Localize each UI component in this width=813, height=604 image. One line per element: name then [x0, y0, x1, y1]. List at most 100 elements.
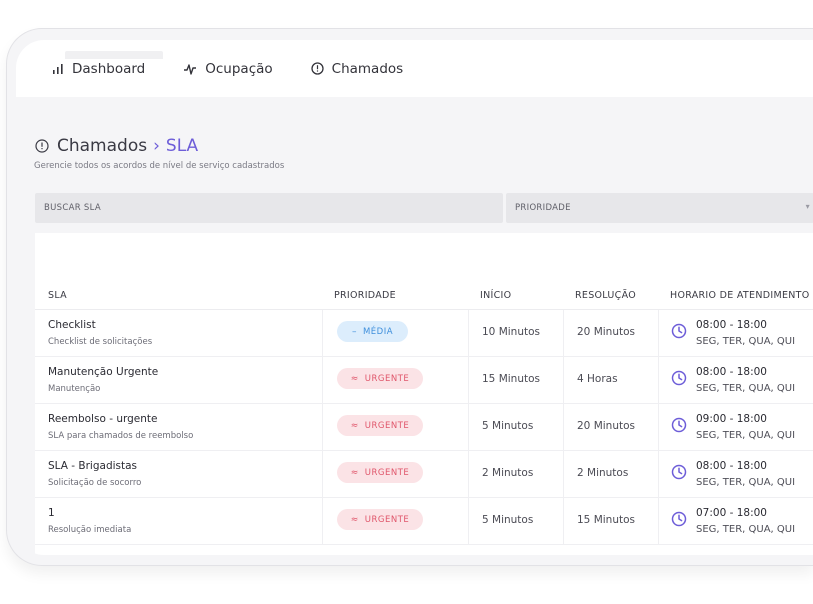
hours-cell: 08:00 - 18:00 SEG, TER, QUA, QUI: [658, 451, 813, 497]
priority-cell: ≈ URGENTE: [322, 357, 469, 403]
hours-cell: 08:00 - 18:00 SEG, TER, QUA, QUI: [658, 357, 813, 403]
priority-badge: ≈ URGENTE: [337, 462, 423, 483]
breadcrumb-parent[interactable]: Chamados: [57, 136, 147, 156]
nav-item-label: Dashboard: [72, 60, 146, 77]
breadcrumb: Chamados › SLA: [35, 136, 198, 156]
sla-name: 1: [48, 507, 55, 519]
column-header-resolution: RESOLUÇÃO: [575, 290, 637, 301]
priority-select[interactable]: PRIORIDADE ▾: [506, 193, 813, 223]
nav-item-dashboard[interactable]: Dashboard: [52, 61, 145, 77]
start-cell: 5 Minutos: [468, 498, 564, 544]
table-row[interactable]: SLA - Brigadistas Solicitação de socorro…: [35, 451, 813, 498]
start-time: 2 Minutos: [482, 467, 534, 479]
column-header-sla: SLA: [48, 290, 67, 301]
priority-badge: ≈ URGENTE: [337, 368, 423, 389]
service-hours: 08:00 - 18:00: [696, 366, 767, 378]
start-time: 5 Minutos: [482, 514, 534, 526]
chevrons-up-icon: ≈: [350, 373, 359, 384]
priority-badge: ≈ URGENTE: [337, 509, 423, 530]
chevrons-up-icon: ≈: [350, 514, 359, 525]
device-frame: Dashboard Ocupação Chamados Chamados › S…: [6, 28, 813, 566]
priority-cell: ≈ URGENTE: [322, 404, 469, 450]
resolution-cell: 2 Minutos: [563, 451, 659, 497]
start-cell: 5 Minutos: [468, 404, 564, 450]
start-cell: 10 Minutos: [468, 310, 564, 356]
table-row[interactable]: 1 Resolução imediata ≈ URGENTE 5 Minutos…: [35, 498, 813, 545]
start-time: 5 Minutos: [482, 420, 534, 432]
resolution-time: 20 Minutos: [577, 326, 635, 338]
sla-cell: Manutenção Urgente Manutenção: [35, 357, 322, 403]
dash-icon: –: [351, 326, 357, 337]
column-header-priority: PRIORIDADE: [334, 290, 396, 301]
nav-item-chamados[interactable]: Chamados: [311, 60, 404, 77]
priority-cell: ≈ URGENTE: [322, 451, 469, 497]
service-days: SEG, TER, QUA, QUI: [696, 524, 796, 535]
priority-cell: – MÉDIA: [322, 310, 469, 356]
breadcrumb-current: SLA: [165, 136, 199, 156]
resolution-cell: 15 Minutos: [563, 498, 659, 544]
sla-description: Solicitação de socorro: [48, 478, 142, 488]
table-row[interactable]: Reembolso - urgente SLA para chamados de…: [35, 404, 813, 451]
search-input[interactable]: BUSCAR SLA: [35, 193, 503, 223]
column-header-start: INÍCIO: [480, 290, 512, 301]
start-cell: 2 Minutos: [468, 451, 564, 497]
hours-cell: 07:00 - 18:00 SEG, TER, QUA, QUI: [658, 498, 813, 544]
nav-item-label: Ocupação: [205, 60, 273, 77]
app-screen: Dashboard Ocupação Chamados Chamados › S…: [16, 40, 813, 555]
resolution-time: 20 Minutos: [577, 420, 635, 432]
priority-cell: ≈ URGENTE: [322, 498, 469, 544]
clock-icon: [671, 417, 687, 433]
service-hours: 07:00 - 18:00: [696, 507, 767, 519]
clock-icon: [671, 370, 687, 386]
service-days: SEG, TER, QUA, QUI: [696, 383, 796, 394]
hours-cell: 08:00 - 18:00 SEG, TER, QUA, QUI: [658, 310, 813, 356]
priority-label: URGENTE: [364, 514, 410, 525]
start-time: 15 Minutos: [482, 373, 540, 385]
resolution-time: 4 Horas: [577, 373, 618, 385]
priority-label: URGENTE: [364, 467, 410, 478]
alert-circle-icon: [311, 62, 324, 75]
service-days: SEG, TER, QUA, QUI: [696, 336, 796, 347]
start-time: 10 Minutos: [482, 326, 540, 338]
device-top-tab: [65, 51, 163, 59]
nav-item-ocupacao[interactable]: Ocupação: [183, 60, 273, 77]
page-subtitle: Gerencie todos os acordos de nível de se…: [34, 161, 285, 171]
service-hours: 09:00 - 18:00: [696, 413, 767, 425]
alert-circle-icon: [35, 139, 49, 153]
priority-label: URGENTE: [364, 373, 410, 384]
clock-icon: [671, 323, 687, 339]
service-days: SEG, TER, QUA, QUI: [696, 430, 796, 441]
sla-name: Manutenção Urgente: [48, 366, 159, 378]
chevrons-up-icon: ≈: [350, 467, 359, 478]
activity-icon: [183, 63, 197, 75]
resolution-time: 15 Minutos: [577, 514, 635, 526]
nav-item-label: Chamados: [331, 60, 404, 77]
priority-badge: ≈ URGENTE: [337, 415, 423, 436]
table-row[interactable]: Checklist Checklist de solicitações – MÉ…: [35, 310, 813, 357]
start-cell: 15 Minutos: [468, 357, 564, 403]
clock-icon: [671, 464, 687, 480]
table-row[interactable]: Manutenção Urgente Manutenção ≈ URGENTE …: [35, 357, 813, 404]
sla-table: SLA PRIORIDADE INÍCIO RESOLUÇÃO HORÁRIO …: [35, 233, 813, 555]
priority-badge: – MÉDIA: [337, 321, 408, 342]
top-nav: Dashboard Ocupação Chamados: [16, 40, 813, 97]
chevrons-up-icon: ≈: [350, 420, 359, 431]
sla-name: SLA - Brigadistas: [48, 460, 138, 472]
resolution-cell: 4 Horas: [563, 357, 659, 403]
sla-description: Checklist de solicitações: [48, 337, 153, 347]
sla-description: SLA para chamados de reembolso: [48, 431, 194, 441]
sla-cell: SLA - Brigadistas Solicitação de socorro: [35, 451, 322, 497]
resolution-cell: 20 Minutos: [563, 310, 659, 356]
clock-icon: [671, 511, 687, 527]
sla-description: Manutenção: [48, 384, 101, 394]
breadcrumb-separator: ›: [153, 136, 160, 156]
hours-cell: 09:00 - 18:00 SEG, TER, QUA, QUI: [658, 404, 813, 450]
sla-cell: Reembolso - urgente SLA para chamados de…: [35, 404, 322, 450]
sla-name: Reembolso - urgente: [48, 413, 158, 425]
priority-label: URGENTE: [364, 420, 410, 431]
priority-label: MÉDIA: [362, 326, 394, 337]
sla-cell: Checklist Checklist de solicitações: [35, 310, 322, 356]
sla-description: Resolução imediata: [48, 525, 132, 535]
priority-select-label: PRIORIDADE: [515, 203, 571, 213]
search-placeholder: BUSCAR SLA: [44, 203, 101, 213]
